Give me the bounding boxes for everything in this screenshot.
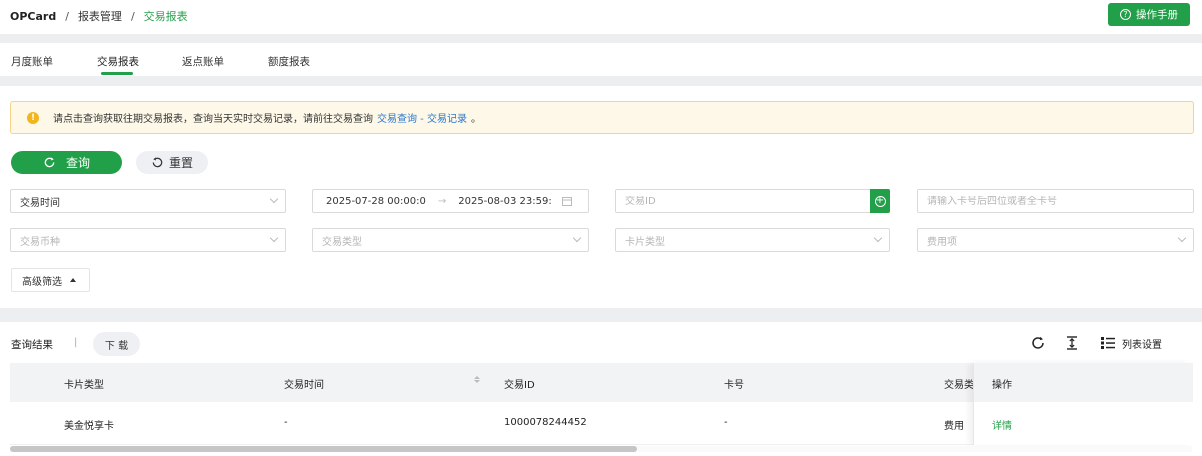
alert-suffix: 。	[470, 114, 481, 125]
results-title: 查询结果	[11, 339, 53, 351]
transaction-id-input[interactable]	[625, 195, 863, 207]
chevron-down-icon	[269, 194, 279, 204]
calendar-icon	[562, 197, 572, 206]
reset-button-label: 重置	[168, 156, 193, 170]
fee-item-select[interactable]: 费用项	[917, 228, 1194, 252]
transaction-type-select[interactable]: 交易类型	[312, 228, 589, 252]
cell-card-type: 美金悦享卡	[64, 421, 114, 432]
warning-icon: !	[27, 111, 39, 124]
cell-card-number: -	[724, 417, 728, 428]
tab-rebate-bill[interactable]: 返点账单	[182, 54, 224, 69]
action-cell: 详情	[974, 402, 1193, 445]
download-button[interactable]: 下 载	[93, 332, 140, 356]
column-header-transaction-type: 交易类	[944, 380, 974, 391]
breadcrumb: OPCard / 报表管理 / 交易报表	[10, 8, 188, 24]
card-number-input[interactable]	[927, 195, 1167, 207]
section-divider	[0, 34, 1202, 43]
list-icon	[1101, 337, 1115, 349]
refresh-icon[interactable]	[1030, 335, 1046, 351]
manual-button[interactable]: ? 操作手册	[1108, 3, 1190, 26]
horizontal-scrollbar-thumb[interactable]	[10, 446, 637, 452]
query-button[interactable]: 查询	[11, 151, 122, 174]
breadcrumb-separator: /	[65, 9, 69, 23]
column-header-transaction-time[interactable]: 交易时间	[284, 376, 324, 391]
report-tabs: 月度账单 交易报表 返点账单 额度报表	[0, 43, 1202, 76]
cell-transaction-time: -	[284, 417, 288, 428]
cell-transaction-id: 1000078244452	[504, 417, 587, 428]
top-bar: OPCard / 报表管理 / 交易报表 ? 操作手册	[0, 0, 1202, 34]
date-start[interactable]: 2025-07-28 00:00:0	[326, 196, 426, 207]
date-range-picker[interactable]: 2025-07-28 00:00:0 → 2025-08-03 23:59:	[312, 189, 589, 213]
tab-credit-report[interactable]: 额度报表	[268, 54, 310, 69]
date-end[interactable]: 2025-08-03 23:59:	[458, 196, 551, 207]
detail-link[interactable]: 详情	[992, 417, 1012, 432]
currency-placeholder: 交易币种	[20, 236, 60, 248]
card-type-select[interactable]: 卡片类型	[615, 228, 890, 252]
manual-button-label: 操作手册	[1136, 9, 1178, 21]
download-button-label: 下 载	[104, 340, 129, 352]
alert-text: 请点击查询获取往期交易报表，查询当天实时交易记录，请前往交易查询	[53, 114, 373, 125]
column-settings-label: 列表设置	[1122, 339, 1162, 351]
alert-link[interactable]: 交易查询 - 交易记录	[377, 110, 467, 125]
column-header-transaction-id: 交易ID	[504, 380, 535, 391]
reset-button[interactable]: 重置	[136, 151, 208, 174]
card-number-field[interactable]	[917, 189, 1194, 213]
column-header-actions: 操作	[992, 380, 1012, 391]
add-transaction-id-button[interactable]: +	[870, 189, 890, 213]
chevron-down-icon	[572, 233, 582, 243]
sort-icon[interactable]	[474, 376, 480, 383]
info-alert: ! 请点击查询获取往期交易报表，查询当天实时交易记录，请前往交易查询 交易查询 …	[10, 101, 1194, 134]
transaction-id-field[interactable]: +	[615, 189, 890, 213]
tab-transaction-report[interactable]: 交易报表	[97, 54, 139, 69]
fixed-action-column: 操作 详情	[973, 363, 1193, 445]
column-header-card-type: 卡片类型	[64, 380, 104, 391]
row-height-icon[interactable]	[1065, 335, 1079, 351]
cell-transaction-type: 费用	[944, 421, 964, 432]
results-separator: |	[74, 337, 78, 348]
chevron-down-icon	[1177, 233, 1187, 243]
breadcrumb-report-management[interactable]: 报表管理	[78, 8, 122, 24]
refresh-icon	[44, 157, 55, 168]
fee-item-placeholder: 费用项	[927, 236, 957, 248]
advanced-filter-button[interactable]: 高级筛选	[11, 268, 90, 292]
section-divider	[0, 76, 1202, 86]
transaction-type-placeholder: 交易类型	[322, 236, 362, 248]
breadcrumb-home[interactable]: OPCard	[10, 10, 56, 23]
card-type-placeholder: 卡片类型	[625, 236, 665, 248]
query-button-label: 查询	[65, 156, 90, 170]
caret-up-icon	[70, 278, 76, 282]
action-column-header-cell: 操作	[974, 363, 1193, 402]
section-divider	[0, 308, 1202, 322]
currency-select[interactable]: 交易币种	[10, 228, 286, 252]
undo-icon	[152, 157, 163, 168]
chevron-down-icon	[873, 233, 883, 243]
advanced-filter-label: 高级筛选	[22, 276, 62, 288]
time-type-select[interactable]: 交易时间	[10, 189, 286, 213]
tab-monthly-bill[interactable]: 月度账单	[11, 54, 53, 69]
plus-icon: +	[874, 195, 886, 207]
date-arrow: →	[437, 195, 447, 207]
help-icon: ?	[1120, 9, 1131, 20]
breadcrumb-current: 交易报表	[143, 10, 188, 23]
active-tab-indicator	[101, 72, 133, 75]
breadcrumb-separator: /	[130, 9, 135, 23]
column-settings-button[interactable]: 列表设置	[1100, 335, 1162, 351]
time-type-value: 交易时间	[20, 197, 60, 209]
column-header-card-number: 卡号	[724, 380, 744, 391]
chevron-down-icon	[269, 233, 279, 243]
